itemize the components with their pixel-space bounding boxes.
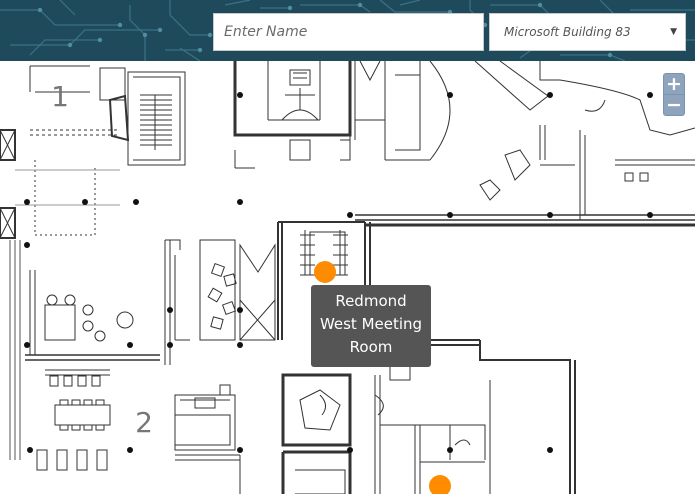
- header-bar: Microsoft Building 83 ▼: [0, 0, 695, 61]
- name-search-input[interactable]: [213, 13, 484, 51]
- location-pin-icon[interactable]: [429, 475, 451, 494]
- floor-plan-map[interactable]: 1 2: [0, 61, 695, 494]
- floor-zone-label-1: 1: [51, 80, 69, 113]
- zoom-out-button[interactable]: −: [663, 94, 685, 116]
- location-pin-icon[interactable]: [314, 261, 336, 283]
- chevron-down-icon: ▼: [670, 27, 677, 37]
- building-select[interactable]: Microsoft Building 83 ▼: [489, 13, 686, 51]
- tooltip-line: West Meeting: [319, 315, 423, 333]
- tooltip-line: Room: [349, 338, 393, 356]
- floor-zone-label-2: 2: [135, 406, 153, 439]
- zoom-in-button[interactable]: +: [663, 73, 685, 95]
- room-tooltip: Redmond West Meeting Room: [311, 285, 431, 367]
- building-select-value: Microsoft Building 83: [504, 25, 631, 39]
- tooltip-line: Redmond: [335, 292, 407, 310]
